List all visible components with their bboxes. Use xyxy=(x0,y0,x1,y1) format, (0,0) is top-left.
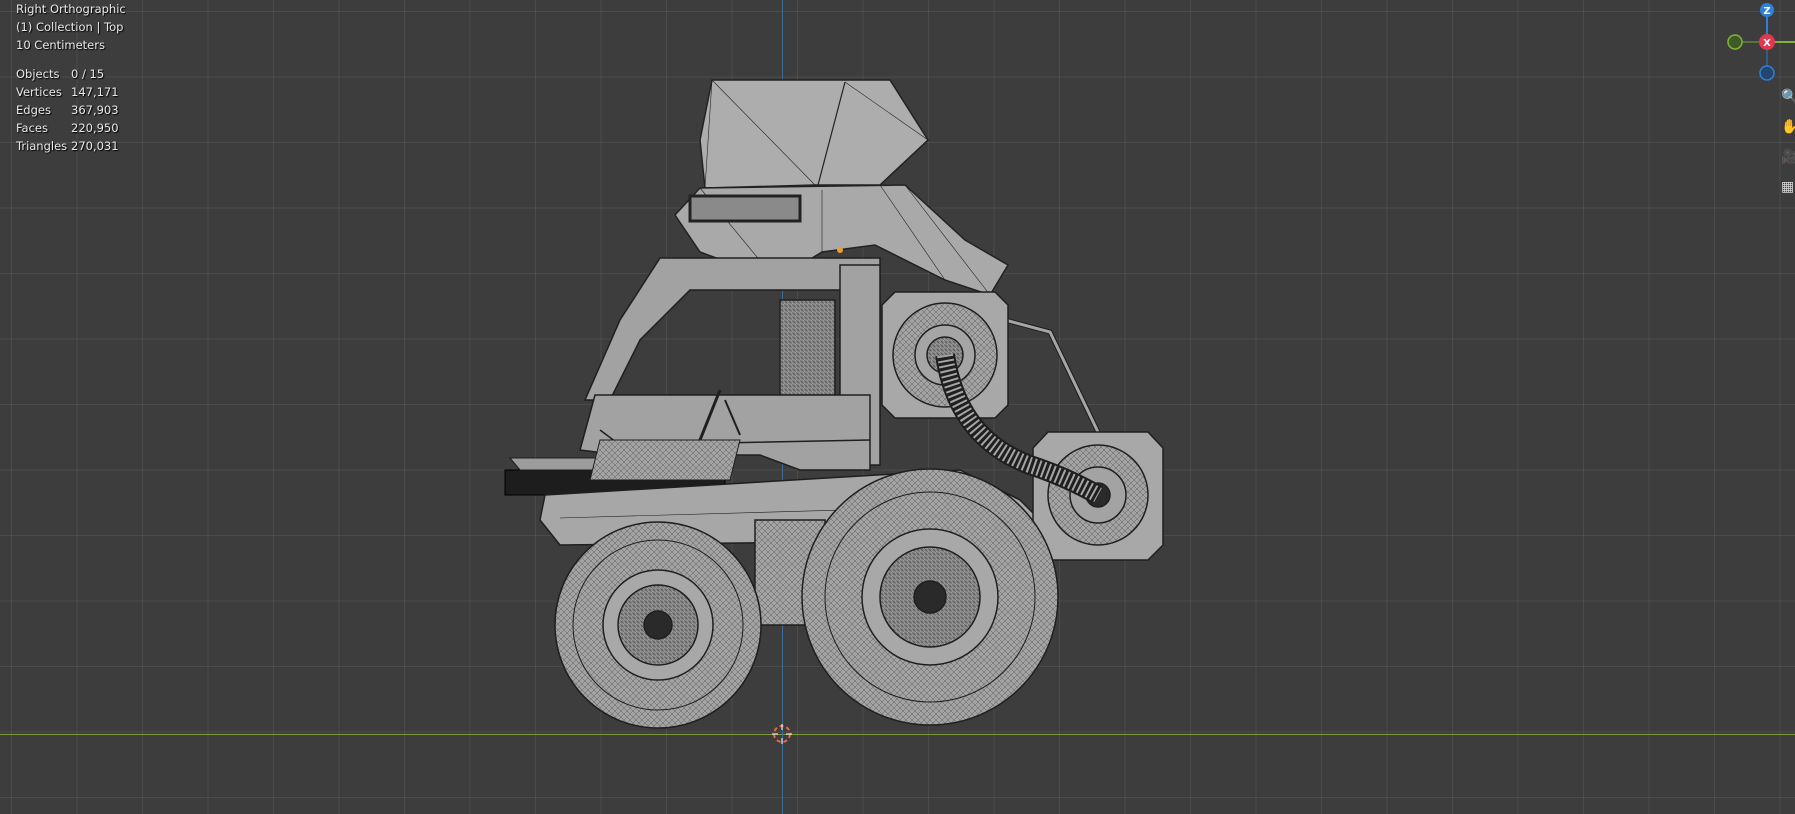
stat-triangles: Triangles 270,031 xyxy=(16,139,119,153)
object-origin xyxy=(837,247,843,253)
collection-line: (1) Collection | Top xyxy=(16,20,124,34)
gizmo-x-label: X xyxy=(1763,38,1771,49)
lower-spool xyxy=(1032,431,1164,561)
stat-vertices: Vertices 147,171 xyxy=(16,85,119,99)
camera-icon[interactable]: 🎥 xyxy=(1781,146,1795,168)
navigation-gizmo[interactable]: Z X xyxy=(1725,0,1795,90)
grid-perspective-icon[interactable]: ▦ xyxy=(1781,176,1795,198)
hand-pan-icon[interactable]: ✋ xyxy=(1781,116,1795,138)
stat-faces: Faces 220,950 xyxy=(16,121,119,135)
3d-cursor[interactable] xyxy=(772,724,792,744)
viewport-nav-buttons: 🔍 ✋ 🎥 ▦ xyxy=(1781,86,1795,206)
rear-wheel xyxy=(554,521,762,729)
front-wheel xyxy=(801,468,1059,726)
stat-objects: Objects 0 / 15 xyxy=(16,67,105,81)
gizmo-neg-y[interactable] xyxy=(1727,34,1743,50)
grid-scale: 10 Centimeters xyxy=(16,38,105,52)
viewport-info-overlay: Right Orthographic (1) Collection | Top … xyxy=(16,0,126,155)
gizmo-neg-z[interactable] xyxy=(1759,65,1775,81)
gizmo-z-label: Z xyxy=(1763,6,1770,17)
zoom-icon[interactable]: 🔍 xyxy=(1781,86,1795,108)
vehicle-model[interactable] xyxy=(0,0,1795,814)
view-name: Right Orthographic xyxy=(16,2,126,16)
stat-edges: Edges 367,903 xyxy=(16,103,119,117)
pipe-frame xyxy=(1004,317,1101,434)
3d-viewport[interactable]: Right Orthographic (1) Collection | Top … xyxy=(0,0,1795,814)
cab-frame xyxy=(579,257,881,471)
